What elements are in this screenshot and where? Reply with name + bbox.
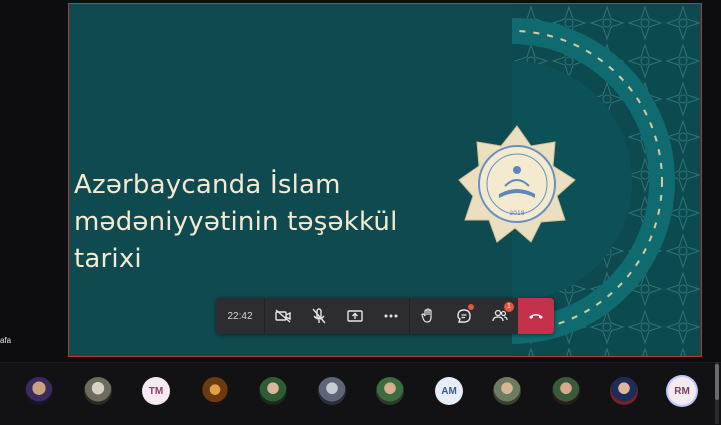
call-timer: 22:42 xyxy=(227,310,253,322)
meeting-stage: afa 2018 Azərbaycanda İslam mədəniyyətin… xyxy=(0,0,721,362)
mic-toggle-button[interactable] xyxy=(301,298,337,334)
participant-avatar-initials[interactable]: RM xyxy=(668,377,696,405)
participant-avatar[interactable] xyxy=(318,377,346,405)
chat-unread-dot xyxy=(468,304,474,310)
share-screen-icon xyxy=(347,310,363,322)
tray-scrollbar-thumb[interactable] xyxy=(715,364,719,400)
participant-avatar[interactable] xyxy=(84,377,112,405)
participant-name-fragment: afa xyxy=(0,336,12,345)
video-off-icon xyxy=(275,309,291,323)
participant-avatar[interactable] xyxy=(376,377,404,405)
raise-hand-button[interactable] xyxy=(410,298,446,334)
hang-up-button[interactable] xyxy=(518,298,554,334)
slide-title: Azərbaycanda İslam mədəniyyətinin təşəkk… xyxy=(74,167,514,278)
hand-icon xyxy=(421,308,432,323)
more-icon xyxy=(384,314,398,318)
participant-avatar-initials[interactable]: TM xyxy=(142,377,170,405)
camera-toggle-button[interactable] xyxy=(265,298,301,334)
participant-avatar[interactable] xyxy=(201,377,229,405)
slide-title-line-3: tarixi xyxy=(74,244,142,274)
participant-avatar[interactable] xyxy=(493,377,521,405)
participants-button[interactable]: 1 xyxy=(482,298,518,334)
more-actions-button[interactable] xyxy=(373,298,409,334)
participants-badge: 1 xyxy=(504,302,514,312)
phone-hangup-icon xyxy=(529,314,543,319)
participant-avatar[interactable] xyxy=(610,377,638,405)
mic-off-icon xyxy=(312,308,326,324)
chat-button[interactable] xyxy=(446,298,482,334)
slide-title-line-1: Azərbaycanda İslam xyxy=(74,170,341,200)
call-toolbar: 22:42 1 xyxy=(216,298,554,334)
share-screen-button[interactable] xyxy=(337,298,373,334)
participant-avatar[interactable] xyxy=(552,377,580,405)
participant-avatar[interactable] xyxy=(259,377,287,405)
participant-avatar[interactable] xyxy=(25,377,53,405)
participant-avatar-initials[interactable]: AM xyxy=(435,377,463,405)
slide-title-line-2: mədəniyyətinin təşəkkül xyxy=(74,207,398,237)
